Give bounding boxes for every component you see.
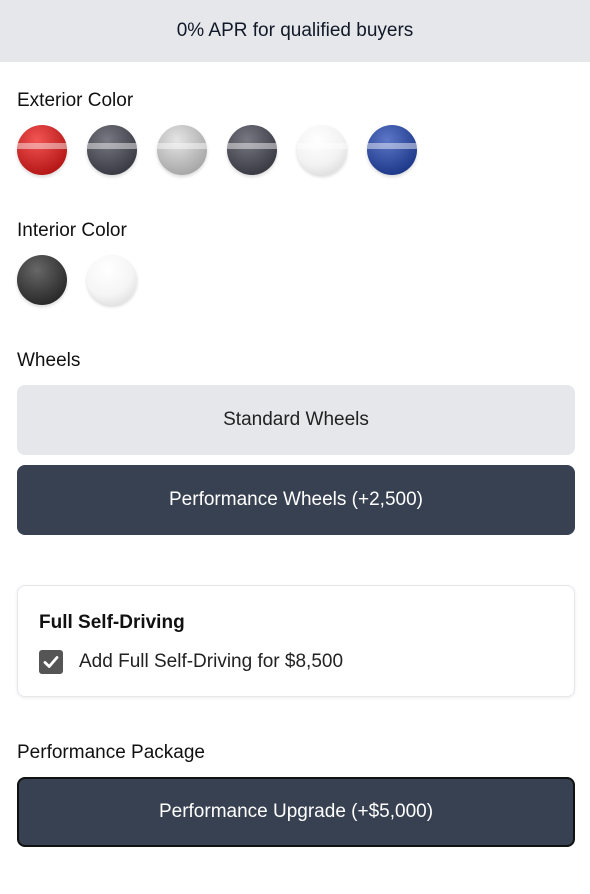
- standard-wheels-label: Standard Wheels: [223, 409, 369, 430]
- exterior-swatch-silver[interactable]: [157, 125, 207, 175]
- performance-upgrade-label: Performance Upgrade (+$5,000): [158, 801, 434, 822]
- exterior-swatch-red[interactable]: [17, 125, 67, 175]
- exterior-swatch-white[interactable]: [297, 125, 347, 175]
- performance-wheels-button[interactable]: Performance Wheels (+2,500): [17, 465, 575, 535]
- interior-swatch-white[interactable]: [87, 255, 137, 305]
- checkmark-icon: [43, 656, 59, 668]
- wheels-title: Wheels: [17, 350, 81, 371]
- standard-wheels-button[interactable]: Standard Wheels: [17, 385, 575, 455]
- performance-upgrade-button[interactable]: Performance Upgrade (+$5,000): [17, 777, 575, 847]
- promo-banner-text: 0% APR for qualified buyers: [176, 20, 414, 41]
- full-self-driving-label[interactable]: Add Full Self-Driving for $8,500: [79, 651, 343, 673]
- full-self-driving-checkbox[interactable]: [39, 650, 63, 674]
- exterior-swatch-blue[interactable]: [367, 125, 417, 175]
- exterior-swatch-charcoal[interactable]: [227, 125, 277, 175]
- exterior-color-swatches: [17, 125, 417, 175]
- interior-color-title: Interior Color: [17, 220, 127, 241]
- interior-swatch-black[interactable]: [17, 255, 67, 305]
- exterior-swatch-dark-gray[interactable]: [87, 125, 137, 175]
- performance-wheels-label: Performance Wheels (+2,500): [169, 489, 423, 510]
- promo-banner: 0% APR for qualified buyers: [0, 0, 590, 62]
- interior-color-swatches: [17, 255, 137, 305]
- full-self-driving-card: Full Self-Driving Add Full Self-Driving …: [17, 585, 575, 697]
- exterior-color-title: Exterior Color: [17, 90, 134, 111]
- full-self-driving-title: Full Self-Driving: [39, 612, 185, 633]
- performance-package-title: Performance Package: [17, 742, 205, 763]
